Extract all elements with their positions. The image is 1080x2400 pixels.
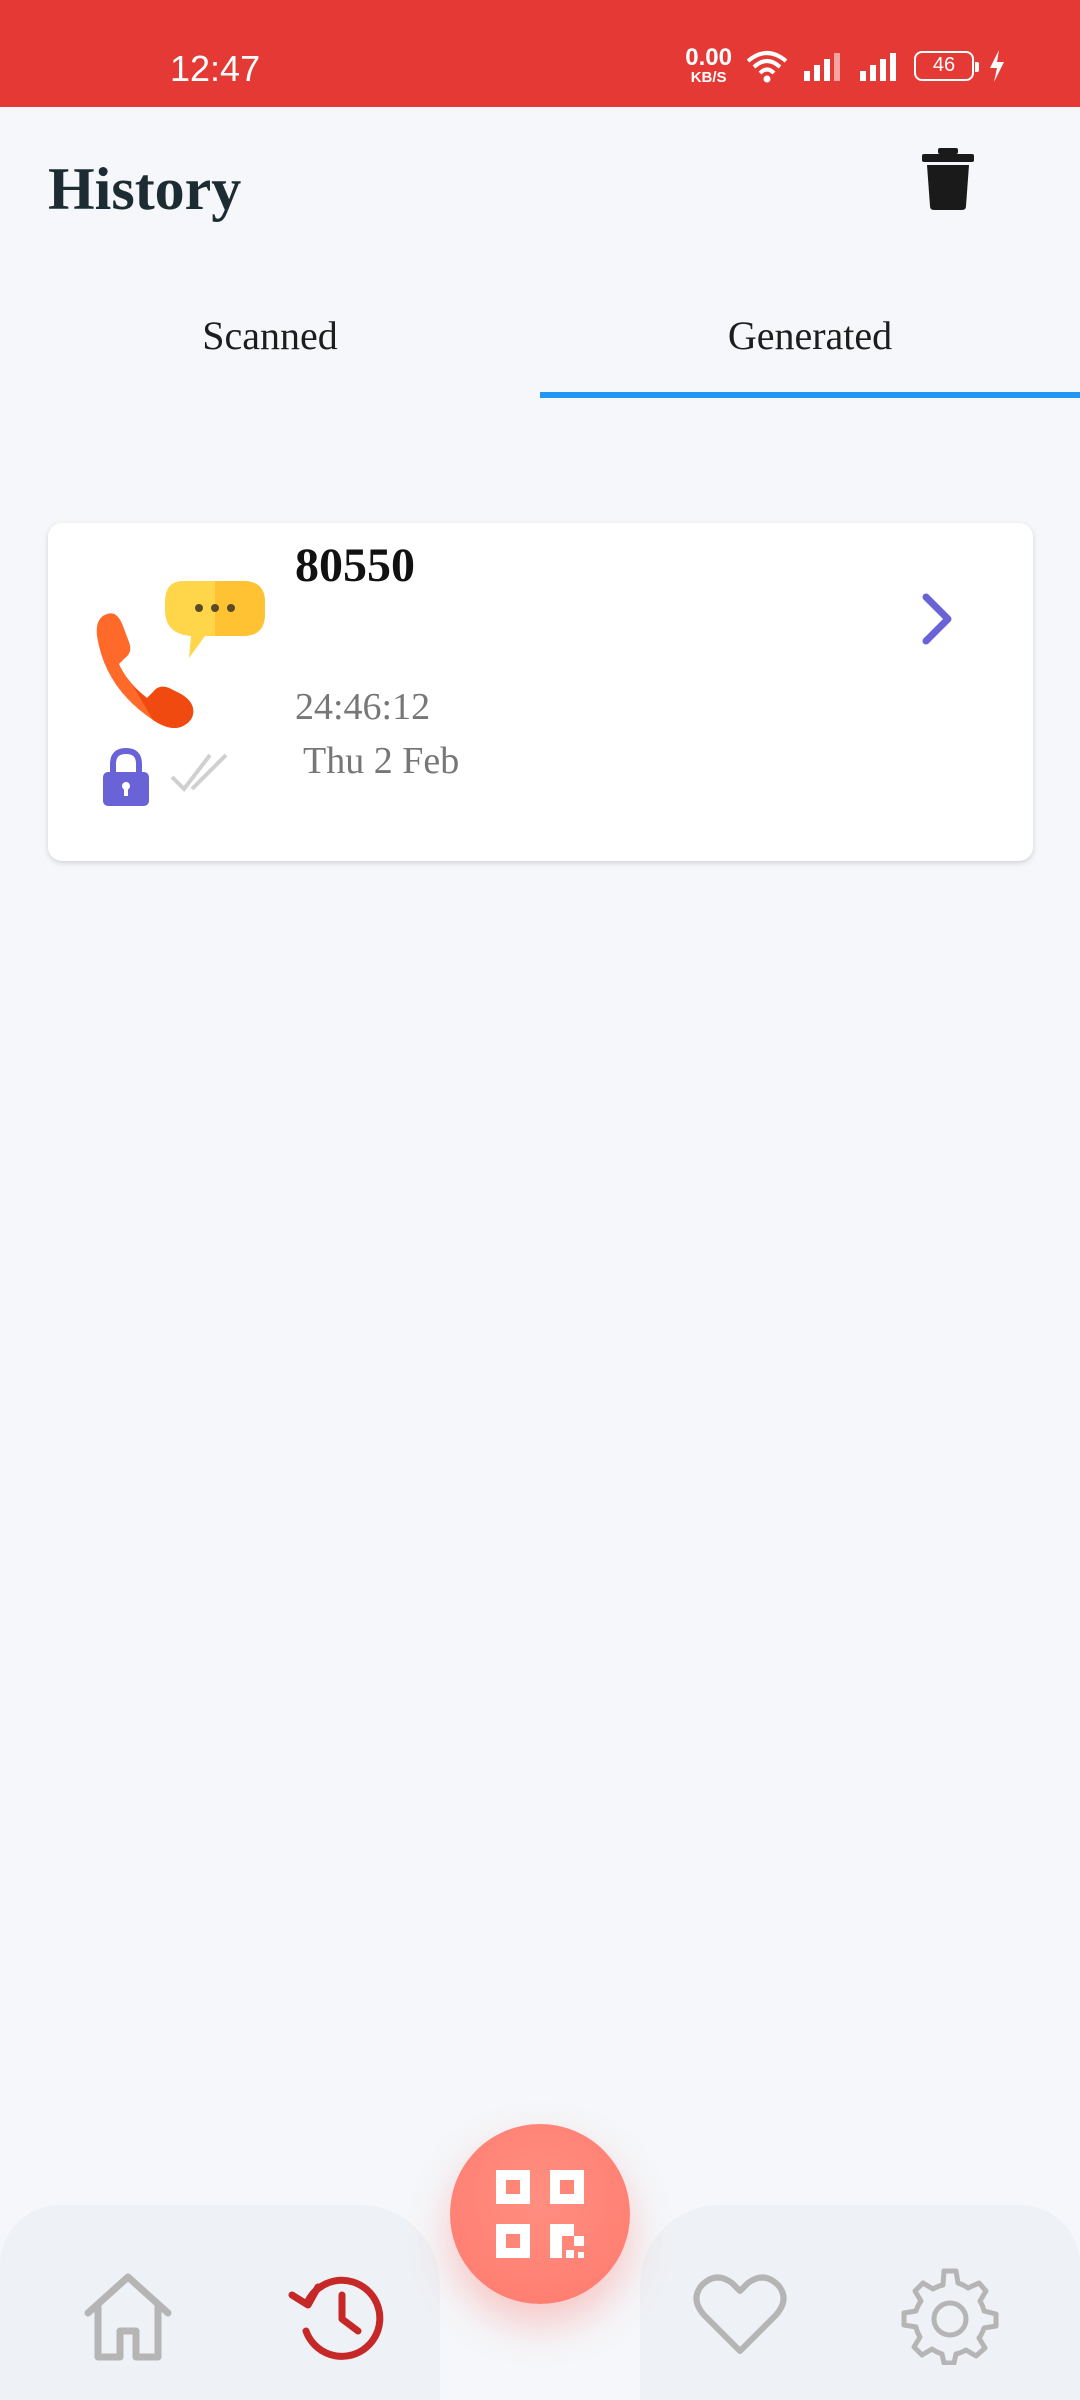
- delete-trash-icon[interactable]: [922, 148, 974, 210]
- history-icon[interactable]: [288, 2265, 388, 2365]
- status-icons: 0.00 KB/S 46: [685, 46, 1006, 85]
- tab-active-indicator: [540, 392, 1080, 398]
- battery-indicator: 46: [914, 50, 979, 81]
- gear-icon[interactable]: [900, 2265, 1000, 2365]
- status-bar: 12:47 0.00 KB/S 46: [0, 0, 1080, 107]
- wifi-icon: [746, 50, 788, 82]
- charging-icon: [990, 49, 1004, 82]
- tab-bar: Scanned Generated: [0, 290, 1080, 400]
- chevron-right-icon[interactable]: [918, 591, 958, 647]
- double-check-icon: [170, 753, 228, 793]
- network-speed-value: 0.00: [685, 44, 732, 71]
- network-speed: 0.00 KB/S: [685, 44, 732, 86]
- signal-2-icon: [860, 52, 896, 81]
- page-title: History: [48, 156, 242, 222]
- home-icon[interactable]: [78, 2265, 178, 2365]
- history-item-card[interactable]: 80550 24:46:12 Thu 2 Feb: [48, 523, 1033, 861]
- tab-scanned[interactable]: Scanned: [0, 290, 540, 400]
- qr-code-icon: [496, 2170, 584, 2258]
- phone-message-icon: [96, 581, 265, 728]
- qr-scan-fab[interactable]: [450, 2124, 630, 2304]
- status-time: 12:47: [170, 48, 261, 89]
- heart-icon[interactable]: [690, 2265, 790, 2365]
- network-speed-unit: KB/S: [690, 69, 727, 86]
- tab-generated[interactable]: Generated: [540, 290, 1080, 400]
- history-item-date: Thu 2 Feb: [303, 740, 460, 782]
- history-item-title: 80550: [295, 539, 415, 592]
- history-item-time: 24:46:12: [295, 686, 431, 728]
- lock-icon: [103, 748, 149, 806]
- signal-1-icon: [804, 52, 840, 81]
